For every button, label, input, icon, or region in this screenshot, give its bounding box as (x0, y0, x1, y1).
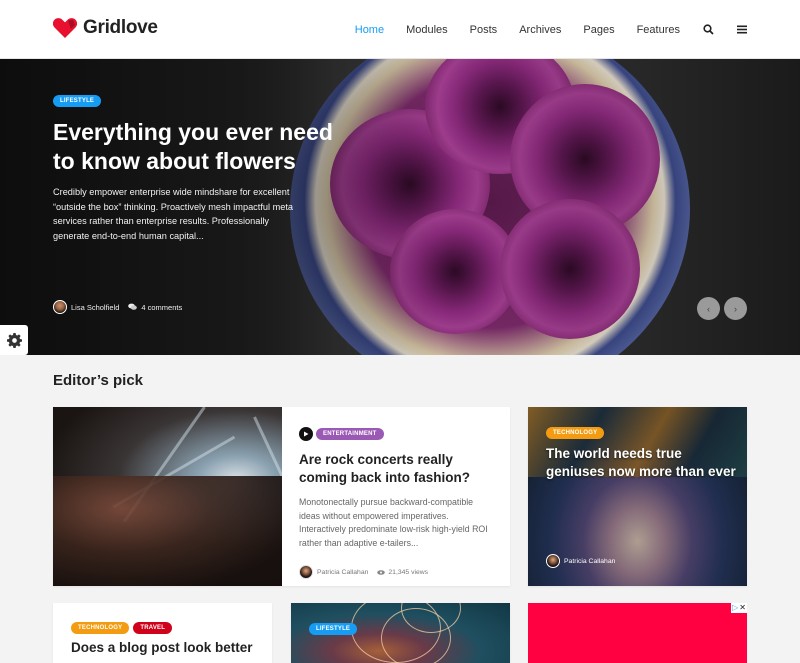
category-badge-technology[interactable]: Technology (71, 622, 130, 634)
overlay-post-meta: Patricia Callahan (546, 554, 615, 568)
nav-archives[interactable]: Archives (519, 24, 561, 36)
nav-modules[interactable]: Modules (406, 24, 448, 36)
nav-pages[interactable]: Pages (583, 24, 614, 36)
slider-arrows: ‹ › (697, 297, 747, 320)
site-header: Gridlove Home Modules Posts Archives Pag… (0, 0, 800, 59)
overlay-post-title[interactable]: The world needs true geniuses now more t… (546, 445, 736, 481)
slider-next-button[interactable]: › (724, 297, 747, 320)
search-icon[interactable] (702, 24, 714, 36)
hero-slider: Lifestyle Everything you ever need to kn… (0, 59, 800, 355)
post-views: 21,345 views (388, 568, 429, 576)
featured-post-meta: Patricia Callahan 21,345 views (299, 565, 494, 579)
nav-posts[interactable]: Posts (470, 24, 498, 36)
hero-meta: Lisa Scholfield 4 comments (53, 300, 182, 314)
featured-post-excerpt: Monotonectally pursue backward-compatibl… (299, 497, 488, 548)
featured-post-card: Entertainment Are rock concerts really c… (53, 407, 510, 586)
featured-post-title[interactable]: Are rock concerts really coming back int… (299, 451, 494, 487)
ad-controls: ▷ ✕ (731, 603, 747, 613)
overlay-post-card[interactable]: Technology The world needs true geniuses… (528, 407, 747, 586)
ad-choices-icon[interactable]: ▷ (732, 603, 738, 613)
eye-icon (377, 569, 386, 575)
comment-icon (128, 303, 138, 310)
close-icon[interactable]: ✕ (739, 603, 746, 613)
category-badge-travel[interactable]: Travel (133, 622, 173, 634)
menu-icon[interactable] (736, 24, 748, 36)
author-avatar[interactable] (53, 300, 67, 314)
hero-title[interactable]: Everything you ever need to know about f… (53, 118, 353, 176)
author-avatar[interactable] (299, 565, 313, 579)
category-badge-technology[interactable]: Technology (546, 427, 605, 439)
category-badge-lifestyle[interactable]: Lifestyle (309, 623, 358, 635)
concert-image[interactable] (53, 407, 282, 586)
gear-icon (6, 332, 22, 348)
play-icon (299, 426, 313, 441)
advertisement-banner[interactable]: ▷ ✕ (528, 603, 747, 663)
logo-text: Gridlove (83, 17, 158, 38)
post-card-image[interactable]: Lifestyle (291, 603, 510, 663)
category-badge-entertainment[interactable]: Entertainment (316, 427, 384, 440)
main-nav: Home Modules Posts Archives Pages Featur… (333, 0, 748, 59)
hero-author[interactable]: Lisa Scholfield (71, 303, 119, 312)
nav-features[interactable]: Features (637, 24, 680, 36)
post-title[interactable]: Does a blog post look better (71, 640, 253, 655)
hero-category-badge[interactable]: Lifestyle (53, 95, 102, 107)
featured-post-body: Entertainment Are rock concerts really c… (299, 425, 494, 579)
author-avatar[interactable] (546, 554, 560, 568)
slider-prev-button[interactable]: ‹ (697, 297, 720, 320)
heart-logo-icon (53, 18, 77, 38)
hero-comments[interactable]: 4 comments (141, 303, 182, 312)
post-badges: Entertainment (299, 425, 494, 443)
section-title: Editor’s pick (53, 372, 144, 389)
post-badges: Technology Travel (71, 622, 173, 634)
nav-home[interactable]: Home (355, 24, 384, 36)
post-author[interactable]: Patricia Callahan (564, 558, 615, 565)
logo[interactable]: Gridlove (53, 17, 158, 39)
post-author[interactable]: Patricia Callahan (317, 569, 368, 576)
hero-excerpt: Credibly empower enterprise wide mindsha… (53, 187, 294, 241)
settings-panel-toggle[interactable] (0, 325, 28, 355)
post-card: Technology Travel Does a blog post look … (53, 603, 272, 663)
